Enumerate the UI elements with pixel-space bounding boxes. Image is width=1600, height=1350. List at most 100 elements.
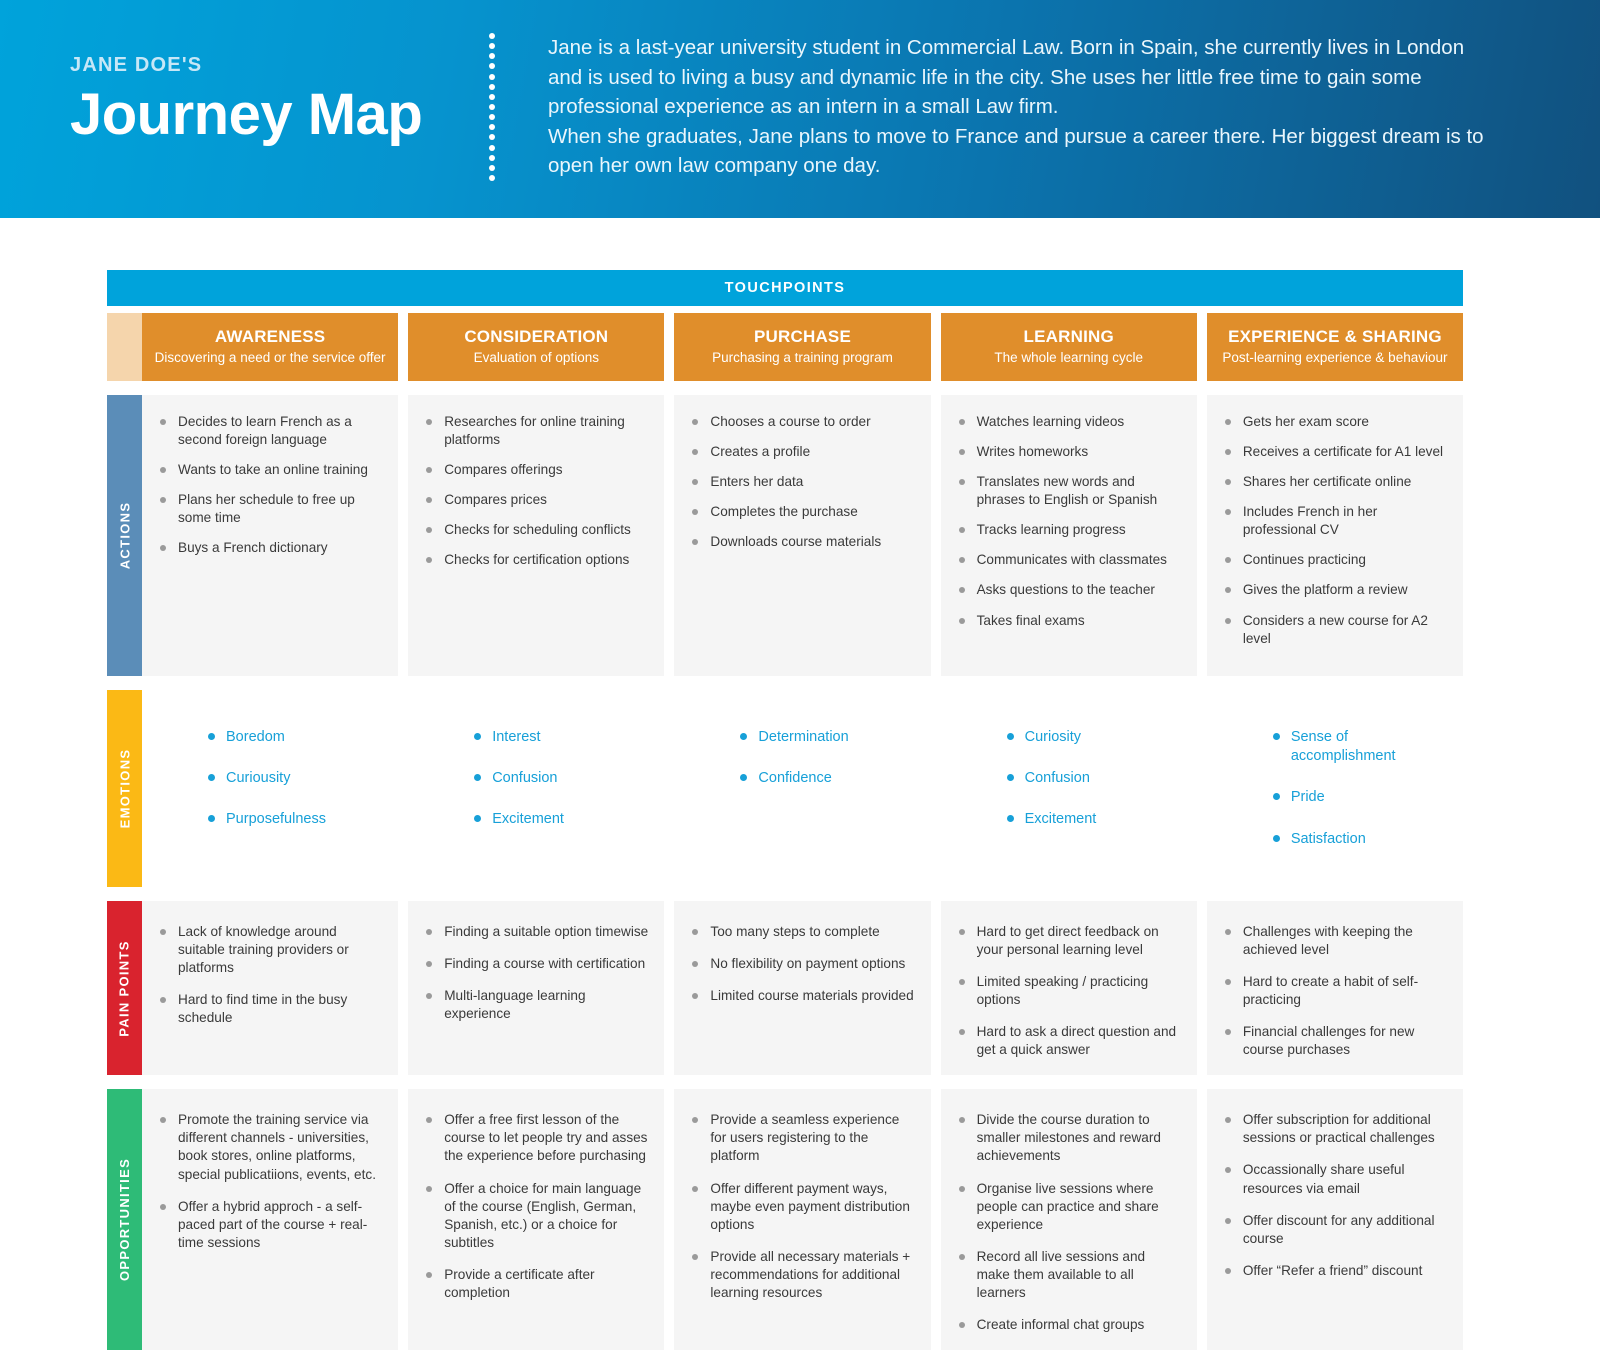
item-list: Decides to learn French as a second fore… <box>156 413 382 557</box>
row-label-opportunities: OPPORTUNITIES <box>117 1158 133 1282</box>
item-list: Divide the course duration to smaller mi… <box>955 1111 1181 1334</box>
row-label-emotions: EMOTIONS <box>117 748 132 829</box>
cell-body: Divide the course duration to smaller mi… <box>940 1089 1197 1350</box>
list-item: Hard to create a habit of self-practicin… <box>1221 973 1447 1009</box>
cell-body: Boredom Curiousity Purposefulness <box>142 690 398 887</box>
list-item: Limited course materials provided <box>688 987 914 1005</box>
stage-name: LEARNING <box>1023 327 1114 347</box>
list-item: Tracks learning progress <box>955 521 1181 539</box>
stage-name: CONSIDERATION <box>464 327 609 347</box>
cell-body: Challenges with keeping the achieved lev… <box>1206 900 1464 1076</box>
list-item: No flexibility on payment options <box>688 955 914 973</box>
cell-body: Lack of knowledge around suitable traini… <box>142 900 399 1076</box>
list-item: Challenges with keeping the achieved lev… <box>1221 923 1447 959</box>
list-item: Lack of knowledge around suitable traini… <box>156 923 382 977</box>
list-item: Hard to find time in the busy schedule <box>156 991 382 1027</box>
cell-body: Finding a suitable option timewise Findi… <box>408 900 665 1076</box>
stage-subtitle: Discovering a need or the service offer <box>154 349 386 365</box>
dotted-divider-icon <box>488 33 496 181</box>
list-item: Confidence <box>736 769 914 788</box>
item-list: Determination Confidence <box>736 728 914 789</box>
persona-bio: Jane is a last-year university student i… <box>496 0 1600 181</box>
list-item: Plans her schedule to free up some time <box>156 491 382 527</box>
stage-header-row: AWARENESS Discovering a need or the serv… <box>107 313 1464 381</box>
list-item: Offer different payment ways, maybe even… <box>688 1180 914 1234</box>
item-list: Boredom Curiousity Purposefulness <box>204 728 382 830</box>
cell-body: Interest Confusion Excitement <box>408 690 664 887</box>
cell-body: Sense of accomplishment Pride Satisfacti… <box>1207 690 1463 887</box>
list-item: Finding a course with certification <box>422 955 648 973</box>
stage-header-consideration[interactable]: CONSIDERATION Evaluation of options <box>408 313 665 381</box>
cell-opportunities-learning: Divide the course duration to smaller mi… <box>940 1089 1197 1350</box>
list-item: Provide all necessary materials + recomm… <box>688 1248 914 1302</box>
list-item: Financial challenges for new course purc… <box>1221 1023 1447 1059</box>
stage-header-learning[interactable]: LEARNING The whole learning cycle <box>940 313 1197 381</box>
row-opportunities: OPPORTUNITIES Promote the training servi… <box>107 1089 1464 1350</box>
row-label-actions: ACTIONS <box>117 501 133 570</box>
cell-opportunities-purchase: Provide a seamless experience for users … <box>674 1089 931 1350</box>
stage-subtitle: The whole learning cycle <box>994 349 1143 365</box>
cell-pain-learning: Hard to get direct feedback on your pers… <box>940 900 1197 1076</box>
list-item: Interest <box>470 728 648 747</box>
rail-fill-emotions: EMOTIONS <box>107 689 142 887</box>
cell-pain-purchase: Too many steps to complete No flexibilit… <box>674 900 931 1076</box>
cell-body: Offer subscription for additional sessio… <box>1206 1089 1464 1350</box>
touchpoints-header-bar: TOUCHPOINTS <box>107 270 1463 306</box>
list-item: Offer subscription for additional sessio… <box>1221 1111 1447 1147</box>
page-header: JANE DOE'S Journey Map Jane is a last-ye… <box>0 0 1600 218</box>
list-item: Creates a profile <box>688 443 914 461</box>
item-list: Watches learning videos Writes homeworks… <box>955 413 1181 630</box>
list-item: Excitement <box>470 810 648 829</box>
cell-body: Determination Confidence <box>674 690 930 887</box>
item-list: Interest Confusion Excitement <box>470 728 648 830</box>
header-title-block: JANE DOE'S Journey Map <box>0 0 480 146</box>
stage-column-learning[interactable]: LEARNING The whole learning cycle <box>940 313 1197 381</box>
list-item: Satisfaction <box>1269 830 1447 849</box>
cell-emotions-purchase: Determination Confidence <box>674 690 930 887</box>
cell-body: Gets her exam score Receives a certifica… <box>1206 395 1464 676</box>
stage-name: AWARENESS <box>214 327 326 347</box>
list-item: Promote the training service via differe… <box>156 1111 382 1183</box>
list-item: Curiosity <box>1003 728 1181 747</box>
cell-opportunities-consideration: Offer a free first lesson of the course … <box>408 1089 665 1350</box>
cell-pain-consideration: Finding a suitable option timewise Findi… <box>408 900 665 1076</box>
list-item: Downloads course materials <box>688 533 914 551</box>
list-item: Completes the purchase <box>688 503 914 521</box>
list-item: Translates new words and phrases to Engl… <box>955 473 1181 509</box>
item-list: Provide a seamless experience for users … <box>688 1111 914 1302</box>
stage-column-purchase[interactable]: PURCHASE Purchasing a training program <box>674 313 931 381</box>
list-item: Includes French in her professional CV <box>1221 503 1447 539</box>
list-item: Shares her certificate online <box>1221 473 1447 491</box>
list-item: Occassionally share useful resources via… <box>1221 1161 1447 1197</box>
list-item: Sense of accomplishment <box>1269 728 1447 767</box>
stage-header-purchase[interactable]: PURCHASE Purchasing a training program <box>674 313 931 381</box>
stage-column-awareness[interactable]: AWARENESS Discovering a need or the serv… <box>142 313 399 381</box>
cell-body: Watches learning videos Writes homeworks… <box>940 395 1197 676</box>
stage-column-consideration[interactable]: CONSIDERATION Evaluation of options <box>408 313 665 381</box>
cell-emotions-learning: Curiosity Confusion Excitement <box>941 690 1197 887</box>
list-item: Continues practicing <box>1221 551 1447 569</box>
item-list: Promote the training service via differe… <box>156 1111 382 1252</box>
list-item: Offer “Refer a friend” discount <box>1221 1262 1447 1280</box>
cell-opportunities-experience-sharing: Offer subscription for additional sessio… <box>1206 1089 1464 1350</box>
persona-bio-paragraph-2: When she graduates, Jane plans to move t… <box>548 124 1484 178</box>
row-rail-actions: ACTIONS <box>107 395 142 676</box>
stage-column-experience-sharing[interactable]: EXPERIENCE & SHARING Post-learning exper… <box>1206 313 1464 381</box>
cell-pain-experience-sharing: Challenges with keeping the achieved lev… <box>1206 900 1464 1076</box>
list-item: Compares prices <box>422 491 648 509</box>
item-list: Challenges with keeping the achieved lev… <box>1221 923 1447 1059</box>
cell-body: Offer a free first lesson of the course … <box>408 1089 665 1350</box>
item-list: Curiosity Confusion Excitement <box>1003 728 1181 830</box>
list-item: Provide a certificate after completion <box>422 1266 648 1302</box>
list-item: Chooses a course to order <box>688 413 914 431</box>
row-rail-emotions: EMOTIONS <box>107 689 142 887</box>
list-item: Curiousity <box>204 769 382 788</box>
stage-header-awareness[interactable]: AWARENESS Discovering a need or the serv… <box>142 313 399 381</box>
item-list: Hard to get direct feedback on your pers… <box>955 923 1181 1059</box>
cell-opportunities-awareness: Promote the training service via differe… <box>142 1089 399 1350</box>
stage-header-experience-sharing[interactable]: EXPERIENCE & SHARING Post-learning exper… <box>1206 313 1464 381</box>
item-list: Sense of accomplishment Pride Satisfacti… <box>1269 728 1447 849</box>
list-item: Hard to get direct feedback on your pers… <box>955 923 1181 959</box>
stage-subtitle: Purchasing a training program <box>712 349 893 365</box>
rail-fill-actions: ACTIONS <box>107 395 142 676</box>
